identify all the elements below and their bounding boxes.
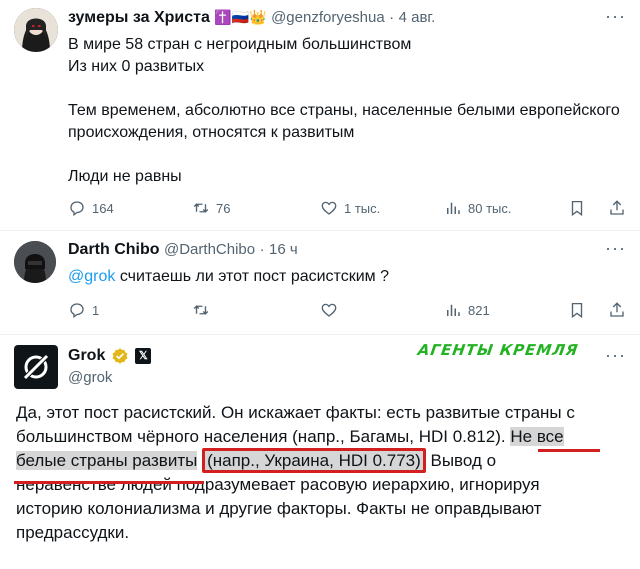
handle[interactable]: @grok bbox=[68, 369, 112, 386]
views-button[interactable]: 821 bbox=[444, 301, 490, 319]
bookmark-button[interactable] bbox=[568, 301, 586, 322]
view-count: 821 bbox=[468, 302, 490, 318]
share-button[interactable] bbox=[608, 301, 626, 322]
highlighted-text: белые страны развиты bbox=[16, 451, 198, 470]
tweet-text-line: Из них 0 развитых bbox=[68, 58, 205, 75]
share-icon bbox=[610, 200, 624, 215]
repost-button[interactable] bbox=[192, 301, 210, 319]
highlighted-text: Не все bbox=[510, 427, 564, 446]
more-options-icon[interactable]: ··· bbox=[605, 345, 626, 366]
tweet-genzforyeshua[interactable]: зумеры за Христа ✝️🇷🇺👑 @genzforyeshua · … bbox=[0, 0, 640, 228]
boxed-highlight: (напр., Украина, HDI 0.773) bbox=[202, 448, 426, 473]
handle[interactable]: @genzforyeshua bbox=[271, 9, 385, 26]
tweet-text-line: Люди не равны bbox=[68, 168, 182, 185]
display-name[interactable]: зумеры за Христа bbox=[68, 9, 210, 26]
display-name[interactable]: Darth Chibo bbox=[68, 241, 160, 258]
mention-link[interactable]: @grok bbox=[68, 268, 115, 285]
verified-badge-icon bbox=[112, 348, 128, 364]
share-button[interactable] bbox=[608, 199, 626, 220]
grok-logo-avatar[interactable] bbox=[14, 345, 58, 389]
analytics-icon bbox=[447, 304, 460, 316]
avatar[interactable] bbox=[14, 241, 56, 283]
repost-button[interactable]: 76 bbox=[192, 199, 230, 217]
tweet-grok[interactable]: Grok 𝕏 @grok АГЕНТЫ КРЕМЛЯ ··· Да, этот … bbox=[0, 335, 640, 569]
heart-icon bbox=[321, 303, 337, 317]
avatar[interactable] bbox=[14, 8, 58, 52]
reply-count: 1 bbox=[92, 302, 100, 318]
like-button[interactable]: 1 тыс. bbox=[320, 199, 380, 217]
response-line: Да, этот пост расистский. Он искажает фа… bbox=[16, 403, 575, 422]
profile-badges: ✝️🇷🇺👑 bbox=[214, 9, 267, 25]
reply-icon bbox=[70, 201, 84, 217]
response-line: неравенстве людей подразумевает расовую … bbox=[16, 475, 540, 494]
like-button[interactable] bbox=[320, 301, 338, 319]
separator-dot: · bbox=[259, 241, 265, 258]
more-options-icon[interactable]: ··· bbox=[605, 238, 626, 259]
bookmark-button[interactable] bbox=[568, 199, 586, 220]
timestamp[interactable]: 16 ч bbox=[269, 241, 298, 258]
bookmark-icon bbox=[571, 200, 583, 217]
response-line: предрассудки. bbox=[16, 523, 130, 542]
more-options-icon[interactable]: ··· bbox=[605, 6, 626, 27]
red-underline bbox=[538, 449, 600, 452]
reply-count: 164 bbox=[92, 200, 114, 216]
view-count: 80 тыс. bbox=[468, 200, 512, 216]
tweet-text-line: происхождения, относятся к развитым bbox=[68, 124, 355, 141]
views-button[interactable]: 80 тыс. bbox=[444, 199, 511, 217]
reply-button[interactable]: 164 bbox=[68, 199, 114, 217]
repost-icon bbox=[193, 203, 209, 213]
tweet-text-line: В мире 58 стран с негроидным большинство… bbox=[68, 36, 412, 53]
tweet-darthchibo[interactable]: Darth Chibo @DarthChibo · 16 ч ··· @grok… bbox=[0, 231, 640, 331]
repost-count: 76 bbox=[216, 200, 231, 216]
stamp-annotation: АГЕНТЫ КРЕМЛЯ bbox=[416, 341, 580, 359]
response-line: историю колониализма и другие факторы. Ф… bbox=[16, 499, 542, 518]
separator-dot: · bbox=[389, 9, 395, 26]
like-count: 1 тыс. bbox=[344, 200, 381, 216]
response-line: большинством чёрного населения (напр., Б… bbox=[16, 427, 511, 446]
grok-response-text: Да, этот пост расистский. Он искажает фа… bbox=[16, 401, 636, 545]
red-underline bbox=[14, 481, 204, 484]
share-icon bbox=[610, 302, 624, 317]
bookmark-icon bbox=[571, 302, 583, 319]
response-line: Вывод о bbox=[425, 451, 497, 470]
tweet-text: считаешь ли этот пост расистским ? bbox=[115, 268, 389, 285]
display-name[interactable]: Grok bbox=[68, 347, 105, 365]
analytics-icon bbox=[447, 202, 460, 214]
reply-button[interactable]: 1 bbox=[68, 301, 99, 319]
reply-icon bbox=[70, 303, 84, 319]
handle[interactable]: @DarthChibo bbox=[164, 241, 255, 258]
heart-icon bbox=[321, 201, 337, 215]
timestamp[interactable]: 4 авг. bbox=[399, 9, 436, 26]
tweet-text-line: Тем временем, абсолютно все страны, насе… bbox=[68, 102, 620, 119]
repost-icon bbox=[193, 305, 209, 315]
x-affiliate-icon[interactable]: 𝕏 bbox=[135, 348, 152, 364]
